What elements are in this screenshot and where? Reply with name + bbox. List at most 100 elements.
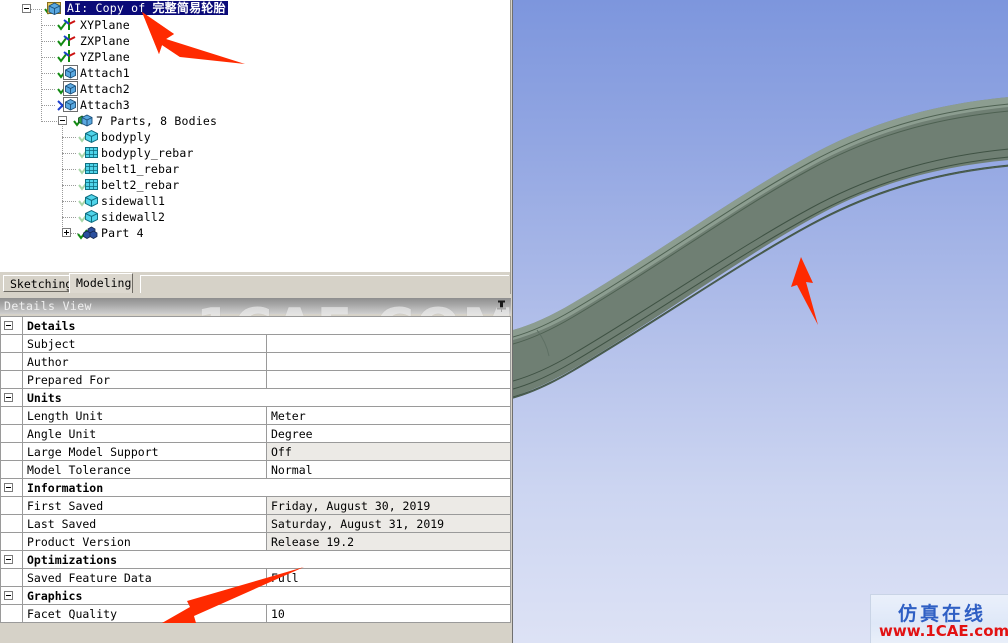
part-icon — [83, 225, 98, 240]
details-row-key: Subject — [22, 334, 267, 353]
details-view-table[interactable]: Details Subject Author Prepared For Units Len… — [0, 316, 511, 623]
tree-item-root[interactable]: AI: Copy of 完整简易轮胎 — [65, 0, 228, 16]
tree-item-parts-bodies[interactable]: 7 Parts, 8 Bodies — [96, 113, 217, 129]
solid-body-icon — [84, 209, 99, 224]
collapse-icon[interactable] — [4, 321, 13, 330]
graphics-viewport[interactable]: 仿真在线 www.1CAE.com — [512, 0, 1008, 643]
left-panel: AI: Copy of 完整简易轮胎 XYPlane ZXPlane YZPla… — [0, 0, 514, 643]
surface-body-icon — [84, 177, 99, 192]
attach-icon — [63, 65, 78, 80]
row-indent — [0, 532, 23, 551]
tree-item-attach1[interactable]: Attach1 — [80, 65, 130, 81]
details-row[interactable]: Large Model Support Off — [0, 442, 511, 461]
tree-item-sidewall2[interactable]: sidewall2 — [101, 209, 165, 225]
solid-body-icon — [84, 193, 99, 208]
details-row-value[interactable]: Meter — [266, 406, 511, 425]
tree-item-bodyply[interactable]: bodyply — [101, 129, 151, 145]
collapse-icon[interactable] — [4, 483, 13, 492]
details-group-row: Details — [0, 316, 511, 335]
details-row-value[interactable] — [266, 352, 511, 371]
details-row[interactable]: Product Version Release 19.2 — [0, 532, 511, 551]
details-row-value[interactable]: Normal — [266, 460, 511, 479]
tree-item-belt2-rebar[interactable]: belt2_rebar — [101, 177, 179, 193]
attach-icon — [63, 97, 78, 112]
details-group-label: Details — [22, 316, 511, 335]
details-row-key: Prepared For — [22, 370, 267, 389]
details-row[interactable]: Angle Unit Degree — [0, 424, 511, 443]
details-row-value[interactable]: Friday, August 30, 2019 — [266, 496, 511, 515]
details-row[interactable]: Saved Feature Data Full — [0, 568, 511, 587]
tab-modeling[interactable]: Modeling — [69, 273, 133, 293]
collapse-icon[interactable] — [4, 393, 13, 402]
details-row-value[interactable]: Saturday, August 31, 2019 — [266, 514, 511, 533]
tree-item-bodyply-rebar[interactable]: bodyply_rebar — [101, 145, 194, 161]
details-row[interactable]: Facet Quality 10 — [0, 604, 511, 623]
details-row-value[interactable] — [266, 334, 511, 353]
tree-item-belt1-rebar[interactable]: belt1_rebar — [101, 161, 179, 177]
details-row-key: Facet Quality — [22, 604, 267, 623]
logo-url-text: www.1CAE.com — [879, 622, 1008, 640]
tree-item-yzplane[interactable]: YZPlane — [80, 49, 130, 65]
group-collapse-toggle[interactable] — [0, 388, 23, 407]
group-collapse-toggle[interactable] — [0, 586, 23, 605]
tree-connector — [41, 105, 55, 106]
site-watermark-logo: 仿真在线 www.1CAE.com — [870, 594, 1008, 643]
tree-item-sidewall1[interactable]: sidewall1 — [101, 193, 165, 209]
tree-expander-parts[interactable] — [58, 116, 67, 125]
tire-model-render — [513, 97, 1008, 399]
tree-item-part4[interactable]: Part 4 — [101, 225, 144, 241]
attach-icon — [63, 81, 78, 96]
details-row-value[interactable]: Release 19.2 — [266, 532, 511, 551]
group-collapse-toggle[interactable] — [0, 316, 23, 335]
row-indent — [0, 604, 23, 623]
bottom-tab-strip: Sketching Modeling — [0, 271, 511, 294]
details-row[interactable]: Length Unit Meter — [0, 406, 511, 425]
tree-item-attach3[interactable]: Attach3 — [80, 97, 130, 113]
group-collapse-toggle[interactable] — [0, 550, 23, 569]
row-indent — [0, 406, 23, 425]
details-row[interactable]: Last Saved Saturday, August 31, 2019 — [0, 514, 511, 533]
model-tree-panel[interactable]: AI: Copy of 完整简易轮胎 XYPlane ZXPlane YZPla… — [0, 0, 511, 271]
tree-connector — [41, 41, 55, 42]
tree-connector — [41, 89, 55, 90]
details-row-key: Saved Feature Data — [22, 568, 267, 587]
row-indent — [0, 514, 23, 533]
details-row[interactable]: Subject — [0, 334, 511, 353]
details-row[interactable]: Model Tolerance Normal — [0, 460, 511, 479]
details-row-value[interactable]: 10 — [266, 604, 511, 623]
details-row-key: First Saved — [22, 496, 267, 515]
tree-connector — [41, 25, 55, 26]
plane-icon — [62, 17, 77, 32]
tree-expander-part4[interactable] — [62, 228, 71, 237]
tree-item-attach2[interactable]: Attach2 — [80, 81, 130, 97]
tree-connector — [41, 73, 55, 74]
tree-connector — [62, 185, 76, 186]
parts-bodies-icon — [78, 113, 93, 128]
pushpin-icon[interactable] — [496, 300, 507, 312]
details-row[interactable]: First Saved Friday, August 30, 2019 — [0, 496, 511, 515]
details-row-value[interactable]: Full — [266, 568, 511, 587]
details-row[interactable]: Author — [0, 352, 511, 371]
tree-item-zxplane[interactable]: ZXPlane — [80, 33, 130, 49]
geometry-root-icon — [47, 0, 62, 15]
tab-strip-filler — [140, 275, 509, 293]
details-row[interactable]: Prepared For — [0, 370, 511, 389]
collapse-icon[interactable] — [4, 591, 13, 600]
details-row-value[interactable]: Degree — [266, 424, 511, 443]
details-group-label: Optimizations — [22, 550, 511, 569]
tab-sketching[interactable]: Sketching — [3, 275, 72, 292]
details-row-key: Author — [22, 352, 267, 371]
details-row-key: Large Model Support — [22, 442, 267, 461]
tree-connector — [62, 169, 76, 170]
details-row-value[interactable] — [266, 370, 511, 389]
details-row-key: Last Saved — [22, 514, 267, 533]
group-collapse-toggle[interactable] — [0, 478, 23, 497]
details-group-row: Information — [0, 478, 511, 497]
row-indent — [0, 352, 23, 371]
collapse-icon[interactable] — [4, 555, 13, 564]
tree-expander-root[interactable] — [22, 4, 31, 13]
details-row-key: Length Unit — [22, 406, 267, 425]
details-row-value[interactable]: Off — [266, 442, 511, 461]
tree-item-xyplane[interactable]: XYPlane — [80, 17, 130, 33]
row-indent — [0, 334, 23, 353]
